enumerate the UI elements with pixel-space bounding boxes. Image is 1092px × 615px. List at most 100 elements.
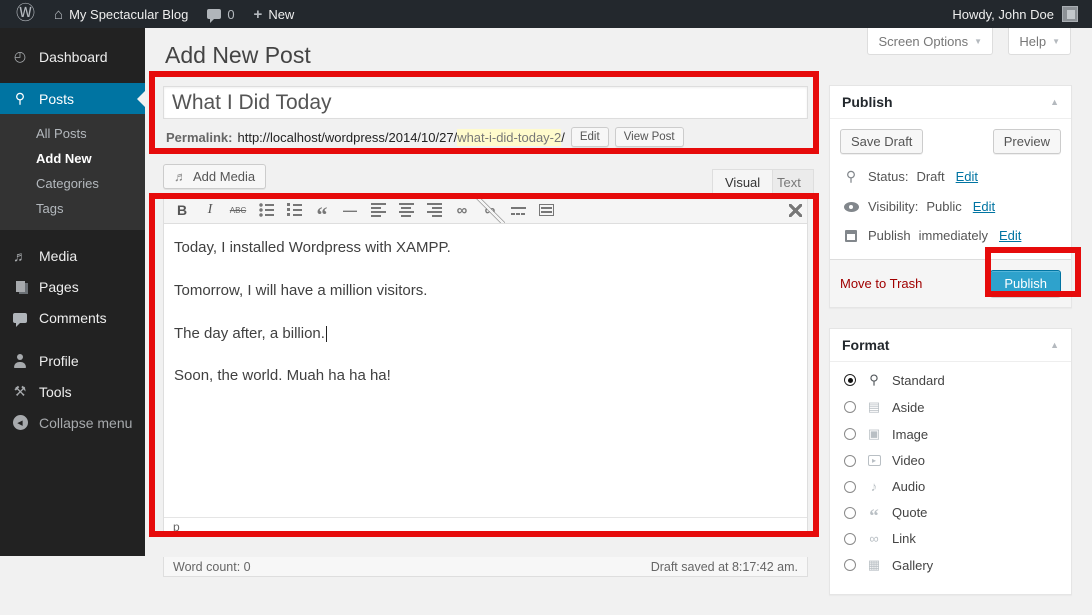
radio-video[interactable] bbox=[844, 455, 856, 467]
bold-button[interactable]: B bbox=[169, 199, 195, 221]
horizontal-rule-button[interactable]: — bbox=[337, 199, 363, 221]
radio-quote[interactable] bbox=[844, 507, 856, 519]
sidebar-item-label: Posts bbox=[39, 91, 74, 107]
comment-count: 0 bbox=[227, 7, 234, 22]
align-left-button[interactable] bbox=[365, 199, 391, 221]
edit-permalink-button[interactable]: Edit bbox=[571, 127, 609, 147]
tab-visual[interactable]: Visual bbox=[712, 169, 773, 196]
toolbar-toggle-button[interactable] bbox=[533, 199, 559, 221]
sidebar-item-profile[interactable]: Profile bbox=[0, 345, 145, 376]
screen-options-label: Screen Options bbox=[878, 34, 968, 49]
sidebar-item-comments[interactable]: Comments bbox=[0, 302, 145, 333]
add-media-label: Add Media bbox=[193, 169, 255, 184]
post-status-info-bar: Word count: 0 Draft saved at 8:17:42 am. bbox=[163, 557, 808, 577]
submenu-tags[interactable]: Tags bbox=[0, 196, 145, 221]
schedule-value: immediately bbox=[919, 228, 988, 243]
home-icon: ⌂ bbox=[54, 6, 63, 23]
status-pin-icon: ⚲ bbox=[842, 168, 860, 185]
screen-options-button[interactable]: Screen Options ▼ bbox=[867, 28, 993, 55]
add-media-button[interactable]: ♬ Add Media bbox=[163, 164, 266, 189]
radio-standard[interactable] bbox=[844, 374, 856, 386]
numbered-list-button[interactable] bbox=[281, 199, 307, 221]
sidebar-item-dashboard[interactable]: ◴ Dashboard bbox=[0, 41, 145, 72]
sidebar-item-pages[interactable]: Pages bbox=[0, 271, 145, 302]
status-label: Status: bbox=[868, 169, 908, 184]
editor-paragraph: Today, I installed Wordpress with XAMPP. bbox=[174, 237, 797, 259]
draft-saved-timestamp: Draft saved at 8:17:42 am. bbox=[651, 560, 798, 574]
publish-panel: Publish ▲ Save Draft Preview ⚲ Status: D… bbox=[829, 85, 1072, 308]
radio-image[interactable] bbox=[844, 428, 856, 440]
quote-icon: “ bbox=[865, 506, 883, 520]
eye-icon bbox=[842, 202, 860, 212]
save-draft-button[interactable]: Save Draft bbox=[840, 129, 923, 154]
radio-aside[interactable] bbox=[844, 401, 856, 413]
right-sidebar-column: Publish ▲ Save Draft Preview ⚲ Status: D… bbox=[829, 85, 1072, 615]
radio-link[interactable] bbox=[844, 533, 856, 545]
insert-link-button[interactable]: ∞ bbox=[449, 199, 475, 221]
sidebar-item-label: Comments bbox=[39, 310, 107, 326]
sidebar-item-label: Profile bbox=[39, 353, 79, 369]
comments-admin-bar[interactable]: 0 bbox=[201, 0, 240, 28]
plus-icon: + bbox=[254, 6, 263, 23]
comments-icon bbox=[10, 313, 30, 323]
audio-icon: ♪ bbox=[865, 479, 883, 494]
comment-bubble-icon bbox=[207, 9, 221, 19]
submenu-categories[interactable]: Categories bbox=[0, 171, 145, 196]
edit-visibility-link[interactable]: Edit bbox=[973, 199, 995, 214]
admin-bar: Ⓦ ⌂ My Spectacular Blog 0 + New Howdy, J… bbox=[0, 0, 1092, 28]
permalink-label: Permalink: bbox=[166, 130, 232, 145]
permalink-slug[interactable]: what-i-did-today-2 bbox=[457, 129, 561, 146]
media-icon: ♬ bbox=[174, 169, 187, 184]
publish-panel-header[interactable]: Publish ▲ bbox=[830, 86, 1071, 119]
fullscreen-button[interactable] bbox=[776, 199, 802, 221]
strikethrough-button[interactable]: ABC bbox=[225, 199, 251, 221]
submenu-all-posts[interactable]: All Posts bbox=[0, 121, 145, 146]
permalink-base-url: http://localhost/wordpress/2014/10/27/ bbox=[237, 130, 457, 145]
visibility-row: Visibility: Public Edit bbox=[842, 199, 1059, 214]
site-menu[interactable]: ⌂ My Spectacular Blog bbox=[48, 0, 194, 28]
person-icon bbox=[10, 354, 30, 368]
visibility-label: Visibility: bbox=[868, 199, 918, 214]
submenu-add-new[interactable]: Add New bbox=[0, 146, 145, 171]
bullet-list-button[interactable] bbox=[253, 199, 279, 221]
chevron-down-icon: ▼ bbox=[974, 37, 982, 46]
collapse-arrow-icon: ◀ bbox=[10, 415, 30, 430]
video-icon: ▸ bbox=[865, 455, 883, 466]
radio-gallery[interactable] bbox=[844, 559, 856, 571]
preview-button[interactable]: Preview bbox=[993, 129, 1061, 154]
element-path[interactable]: p bbox=[173, 520, 180, 534]
wordpress-logo-icon[interactable]: Ⓦ bbox=[10, 0, 41, 28]
image-icon: ▣ bbox=[865, 426, 883, 442]
post-title-input[interactable] bbox=[163, 86, 808, 119]
radio-audio[interactable] bbox=[844, 481, 856, 493]
remove-link-button[interactable]: ∞ bbox=[477, 199, 503, 221]
help-button[interactable]: Help ▼ bbox=[1008, 28, 1071, 55]
howdy-account-menu[interactable]: Howdy, John Doe bbox=[952, 7, 1054, 22]
view-post-button[interactable]: View Post bbox=[615, 127, 684, 147]
publish-button[interactable]: Publish bbox=[990, 270, 1061, 297]
avatar[interactable] bbox=[1062, 6, 1078, 22]
sidebar-item-tools[interactable]: ⚒ Tools bbox=[0, 376, 145, 407]
align-center-button[interactable] bbox=[393, 199, 419, 221]
editor-content-area[interactable]: Today, I installed Wordpress with XAMPP.… bbox=[164, 224, 807, 517]
italic-button[interactable]: I bbox=[197, 199, 223, 221]
sidebar-item-media[interactable]: ♬ Media bbox=[0, 240, 145, 271]
format-panel-header[interactable]: Format ▲ bbox=[830, 329, 1071, 362]
page-title: Add New Post bbox=[165, 42, 311, 69]
more-tag-button[interactable] bbox=[505, 199, 531, 221]
panel-collapse-icon[interactable]: ▲ bbox=[1050, 340, 1059, 350]
edit-status-link[interactable]: Edit bbox=[956, 169, 978, 184]
sidebar-item-posts[interactable]: ⚲ Posts bbox=[0, 83, 145, 114]
align-right-button[interactable] bbox=[421, 199, 447, 221]
visibility-value: Public bbox=[926, 199, 961, 214]
panel-collapse-icon[interactable]: ▲ bbox=[1050, 97, 1059, 107]
sidebar-item-collapse-menu[interactable]: ◀ Collapse menu bbox=[0, 407, 145, 438]
pushpin-icon: ⚲ bbox=[10, 90, 30, 107]
publish-panel-title: Publish bbox=[842, 94, 893, 110]
format-panel-title: Format bbox=[842, 337, 889, 353]
new-content-menu[interactable]: + New bbox=[248, 0, 301, 28]
blockquote-button[interactable]: “ bbox=[309, 199, 335, 221]
edit-schedule-link[interactable]: Edit bbox=[999, 228, 1021, 243]
move-to-trash-link[interactable]: Move to Trash bbox=[840, 276, 922, 291]
permalink-trailing-slash: / bbox=[561, 130, 565, 145]
